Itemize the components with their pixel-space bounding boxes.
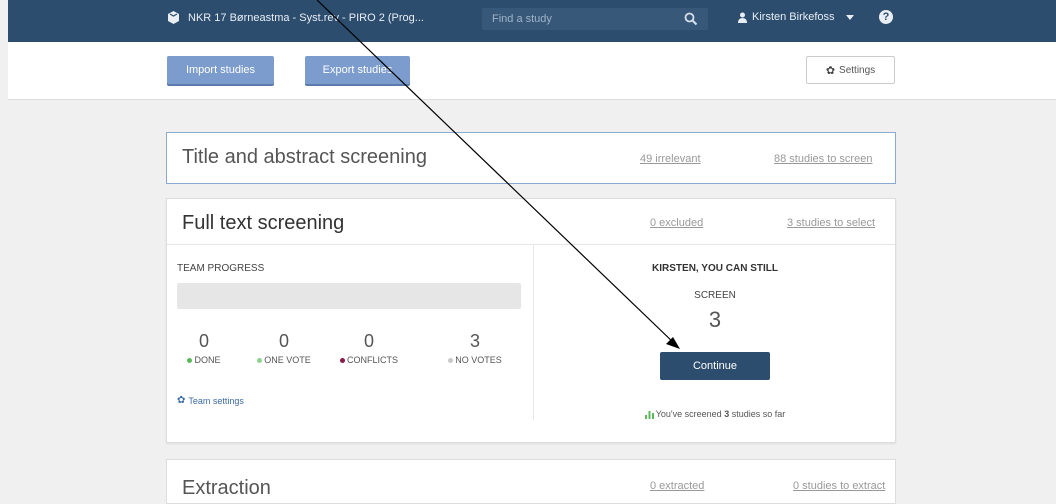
extraction-card[interactable]: Extraction 0 extracted 0 studies to extr… [166,459,896,504]
user-menu[interactable]: Kirsten Birkefoss [738,11,854,23]
title-abstract-title: Title and abstract screening [182,146,427,168]
stat-done: 0 DONE [164,331,244,365]
stat-one-vote-value: 0 [278,331,289,351]
stat-conflicts: 0 CONFLICTS [329,331,409,365]
project-title-text: NKR 17 Børneastma - Syst.rev - PIRO 2 (P… [188,11,424,24]
team-progress-bar [177,283,521,309]
gear-icon: ✿ [177,395,186,406]
team-settings-label: Team settings [188,395,244,406]
stat-one-vote: 0 ONE VOTE [244,331,324,365]
screened-summary: You've screened 3 studies so far [533,409,897,420]
team-progress-label: TEAM PROGRESS [177,263,265,274]
import-studies-button[interactable]: Import studies [167,56,274,84]
team-settings-link[interactable]: ✿ Team settings [177,395,244,406]
settings-button[interactable]: ✿ Settings [806,56,895,84]
extracted-link[interactable]: 0 extracted [650,480,704,492]
you-can-still-label: KIRSTEN, YOU CAN STILL [652,263,778,274]
full-text-header: Full text screening 0 excluded 3 studies… [167,199,895,245]
user-name: Kirsten Birkefoss [752,11,835,23]
full-text-card: Full text screening 0 excluded 3 studies… [166,198,896,443]
search-input[interactable] [482,8,682,30]
studies-to-extract-link[interactable]: 0 studies to extract [793,480,885,492]
search-box[interactable] [482,8,708,30]
stat-no-votes-value: 3 [469,331,480,351]
stat-one-vote-label: ONE VOTE [244,355,324,365]
studies-to-select-link[interactable]: 3 studies to select [787,217,875,229]
caret-down-icon [845,14,854,20]
excluded-link[interactable]: 0 excluded [650,217,703,229]
stat-conflicts-label: CONFLICTS [329,355,409,365]
help-icon[interactable]: ? [879,10,893,24]
continue-button[interactable]: Continue [660,352,770,380]
toolbar [8,42,1056,100]
export-studies-button[interactable]: Export studies [305,56,410,84]
bar-chart-icon [644,411,654,420]
user-icon [738,12,747,23]
stat-no-votes: 3 NO VOTES [435,331,515,365]
extraction-title: Extraction [182,477,271,499]
logo-icon [168,11,179,24]
project-title[interactable]: NKR 17 Børneastma - Syst.rev - PIRO 2 (P… [167,10,424,25]
search-icon[interactable] [684,12,698,26]
gear-icon: ✿ [825,64,836,77]
screen-count: 3 [708,307,722,332]
irrelevant-link[interactable]: 49 irrelevant [640,153,701,165]
stat-conflicts-value: 0 [363,331,374,351]
full-text-title: Full text screening [182,212,345,234]
screen-label: SCREEN [694,290,736,301]
studies-to-screen-link[interactable]: 88 studies to screen [774,153,872,165]
settings-label: Settings [839,64,876,76]
stat-done-value: 0 [198,331,209,351]
title-abstract-card[interactable]: Title and abstract screening 49 irreleva… [166,132,896,184]
stat-no-votes-label: NO VOTES [435,355,515,365]
stat-done-label: DONE [164,355,244,365]
